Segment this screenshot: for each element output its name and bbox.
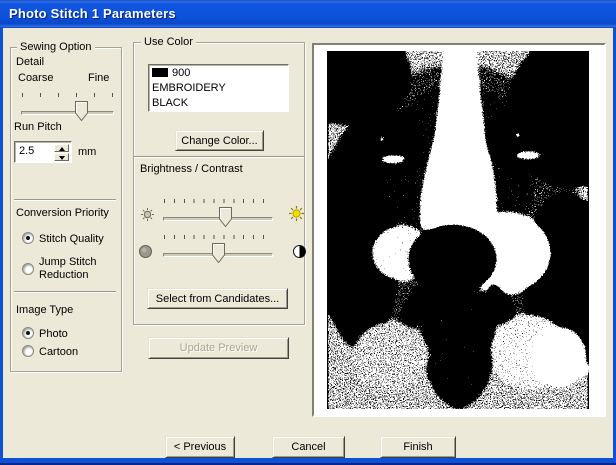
contrast-low-icon [139,245,152,258]
run-pitch-input[interactable]: 2.5 [14,141,72,163]
brightness-contrast-label: Brightness / Contrast [140,163,243,175]
dialog-title: Photo Stitch 1 Parameters [9,6,176,21]
titlebar[interactable]: Photo Stitch 1 Parameters [0,0,616,28]
run-pitch-unit: mm [78,146,97,158]
run-pitch-value: 2.5 [19,145,35,157]
radio-stitch-quality[interactable] [22,232,34,244]
coarse-label: Coarse [18,72,54,84]
window-border-bottom [0,458,616,465]
change-color-button[interactable]: Change Color... [175,130,264,151]
thread-code: 900 [172,67,191,79]
finish-button[interactable]: Finish [380,436,456,458]
update-preview-button[interactable]: Update Preview [148,337,289,359]
conversion-priority-label: Conversion Priority [16,207,109,219]
detail-slider-thumb[interactable] [74,101,88,121]
detail-slider-ticks [22,93,113,97]
brightness-slider-thumb[interactable] [219,207,233,227]
separator [14,199,116,201]
contrast-slider-thumb[interactable] [211,243,225,263]
previous-button[interactable]: < Previous [165,436,235,458]
cancel-button[interactable]: Cancel [272,436,345,458]
radio-photo[interactable] [22,327,34,339]
radio-stitch-quality-label[interactable]: Stitch Quality [39,233,104,245]
use-color-label: Use Color [141,36,196,49]
separator [14,291,116,293]
select-from-candidates-button[interactable]: Select from Candidates... [147,288,288,309]
radio-cartoon[interactable] [22,345,34,357]
brightness-low-icon [141,208,154,221]
brightness-high-icon [289,206,304,221]
thread-color-item[interactable]: 900 [152,66,285,81]
stitch-preview-panel [312,43,606,417]
photo-stitch-dialog: Photo Stitch 1 Parameters Sewing Option … [0,0,616,465]
brightness-slider-ticks [164,199,272,203]
radio-jump-stitch-reduction-label[interactable]: Jump Stitch Reduction [39,256,105,282]
brightness-slider[interactable] [163,196,273,228]
run-pitch-down-button[interactable] [54,153,69,161]
contrast-slider[interactable] [163,232,273,264]
radio-cartoon-label[interactable]: Cartoon [39,346,78,358]
thread-color-swatch [152,68,168,77]
separator [134,156,304,158]
image-type-label: Image Type [16,304,74,316]
fine-label: Fine [88,72,110,84]
run-pitch-up-button[interactable] [54,144,69,152]
detail-label: Detail [16,56,45,68]
contrast-high-icon [293,245,306,258]
thread-name: BLACK [152,97,189,109]
radio-photo-label[interactable]: Photo [39,328,68,340]
thread-color-list[interactable]: 900 EMBROIDERY BLACK [148,64,289,112]
thread-brand: EMBROIDERY [152,82,226,94]
detail-slider[interactable] [21,90,114,122]
contrast-slider-ticks [164,235,272,239]
radio-jump-stitch-reduction[interactable] [22,263,34,275]
preview-image-dog [327,51,589,409]
run-pitch-label: Run Pitch [14,121,62,133]
sewing-option-label: Sewing Option [17,41,95,54]
